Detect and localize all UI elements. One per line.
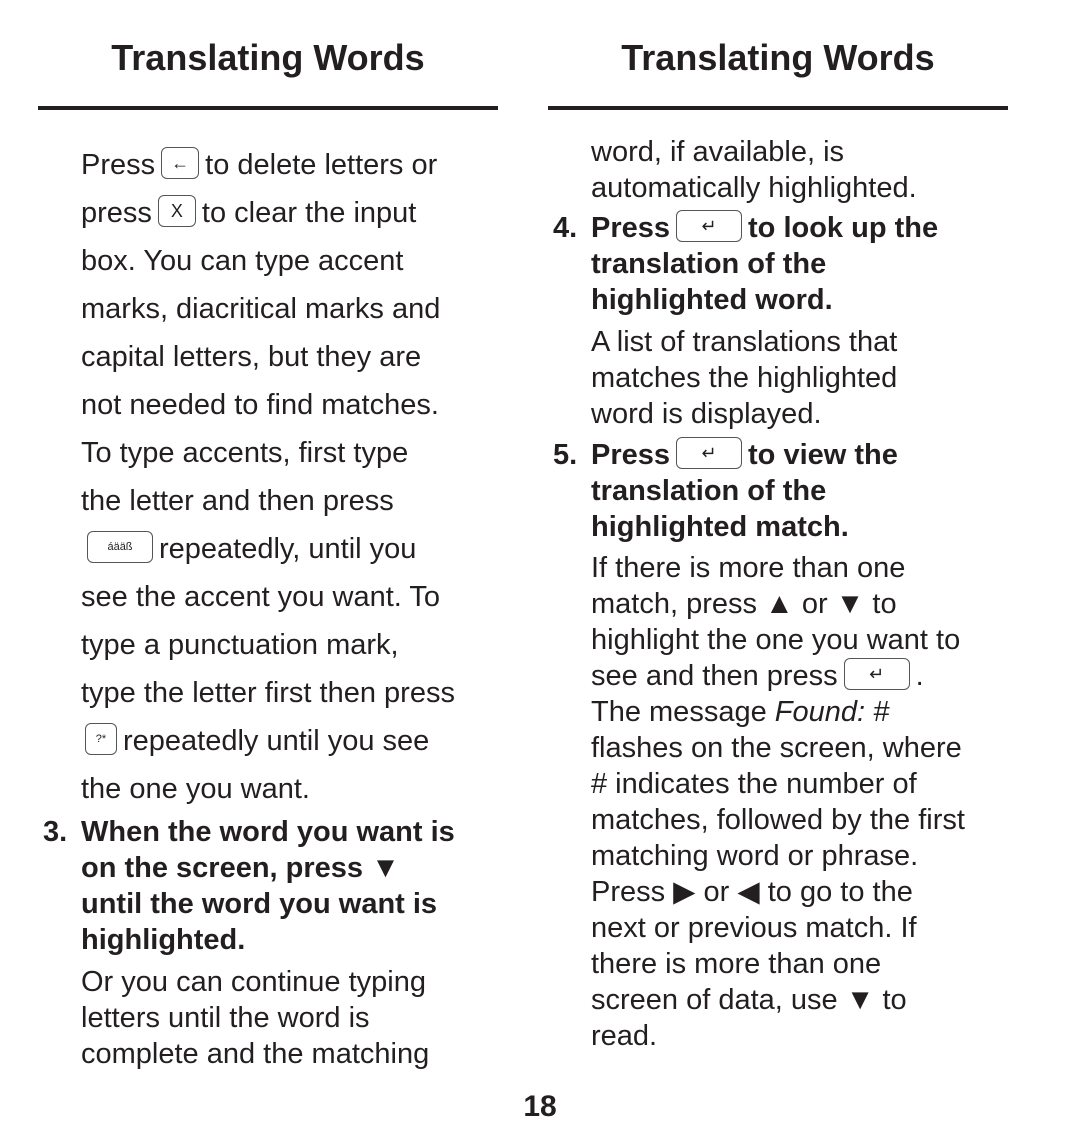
text: there is more than one xyxy=(591,948,882,980)
right-column: Translating Words word, if available, is… xyxy=(548,0,1008,1052)
text: to clear the input xyxy=(201,197,417,229)
text: press xyxy=(81,197,152,229)
text: the one you want. xyxy=(81,773,310,805)
text: next or previous match. If xyxy=(591,912,917,944)
punctuation-key-icon: ?* xyxy=(85,723,117,756)
text: the letter and then press xyxy=(81,485,394,517)
left-heading-rule xyxy=(38,106,498,110)
text: translation of the xyxy=(591,475,827,507)
text: translation of the xyxy=(591,248,827,280)
text: Press xyxy=(81,149,156,181)
text: capital letters, but they are xyxy=(81,341,422,373)
text: highlighted word. xyxy=(591,284,833,316)
text: type the letter first then press xyxy=(81,677,455,709)
text: repeatedly, until you xyxy=(159,533,417,565)
text: Press xyxy=(591,439,671,471)
step-number: 5. xyxy=(553,439,578,471)
period: . xyxy=(915,660,924,692)
found-message: Found: # xyxy=(774,696,890,728)
text: until the word you want is xyxy=(81,888,438,920)
enter-key-icon: ↵ xyxy=(676,437,743,470)
text: repeatedly until you see xyxy=(123,725,430,757)
text: Press xyxy=(591,212,671,244)
step-number: 4. xyxy=(553,212,578,244)
step-3-detail: Or you can continue typing letters until… xyxy=(81,964,501,1072)
text: automatically highlighted. xyxy=(591,172,917,204)
clear-key-icon: X xyxy=(157,195,196,228)
enter-key-icon: ↵ xyxy=(676,210,743,243)
text: matches, followed by the first xyxy=(591,804,965,836)
intro-paragraph: Press ← to delete letters or press Xto clea… xyxy=(81,141,511,813)
text: to view the xyxy=(748,439,898,471)
text: A list of translations that xyxy=(591,326,898,358)
enter-key-icon: ↵ xyxy=(843,658,910,691)
text: When the word you want is xyxy=(81,816,455,848)
text: word is displayed. xyxy=(591,398,822,430)
text: highlight the one you want to xyxy=(591,624,961,656)
step-number: 3. xyxy=(43,816,68,848)
text: To type accents, first type xyxy=(81,437,409,469)
text: matches the highlighted xyxy=(591,362,898,394)
text: to delete letters or xyxy=(205,149,438,181)
text: type a punctuation mark, xyxy=(81,629,399,661)
text: box. You can type accent xyxy=(81,245,404,277)
page-number: 18 xyxy=(523,1090,557,1123)
text: marks, diacritical marks and xyxy=(81,293,441,325)
text: match, press ▲ or ▼ to xyxy=(591,588,897,620)
right-heading-rule xyxy=(548,106,1008,110)
text: # indicates the number of xyxy=(591,768,917,800)
step-4-detail: A list of translations that matches the … xyxy=(591,324,1011,432)
text: to look up the xyxy=(748,212,939,244)
text: The message xyxy=(591,696,767,728)
continued-text: word, if available, is automatically hig… xyxy=(591,134,1011,206)
left-heading: Translating Words xyxy=(111,37,425,78)
text: on the screen, press ▼ xyxy=(81,852,400,884)
text: complete and the matching xyxy=(81,1038,430,1070)
text: Press ▶ or ◀ to go to the xyxy=(591,876,913,908)
text: highlighted. xyxy=(81,924,246,956)
text: If there is more than one xyxy=(591,552,906,584)
text: matching word or phrase. xyxy=(591,840,919,872)
text: see and then press xyxy=(591,660,838,692)
text: read. xyxy=(591,1020,658,1052)
text: see the accent you want. To xyxy=(81,581,440,613)
text: Or you can continue typing xyxy=(81,966,426,998)
text: letters until the word is xyxy=(81,1002,370,1034)
accent-key-icon: áääß xyxy=(87,531,153,564)
text: highlighted match. xyxy=(591,511,849,543)
text: screen of data, use ▼ to xyxy=(591,984,907,1016)
right-heading: Translating Words xyxy=(621,37,935,78)
step-5-detail: If there is more than one match, press ▲… xyxy=(591,550,1011,1054)
text: not needed to find matches. xyxy=(81,389,439,421)
text: flashes on the screen, where xyxy=(591,732,962,764)
text: word, if available, is xyxy=(591,136,845,168)
back-key-icon: ← xyxy=(161,147,200,180)
left-column: Translating Words Press ← to delete letter… xyxy=(38,0,498,1070)
